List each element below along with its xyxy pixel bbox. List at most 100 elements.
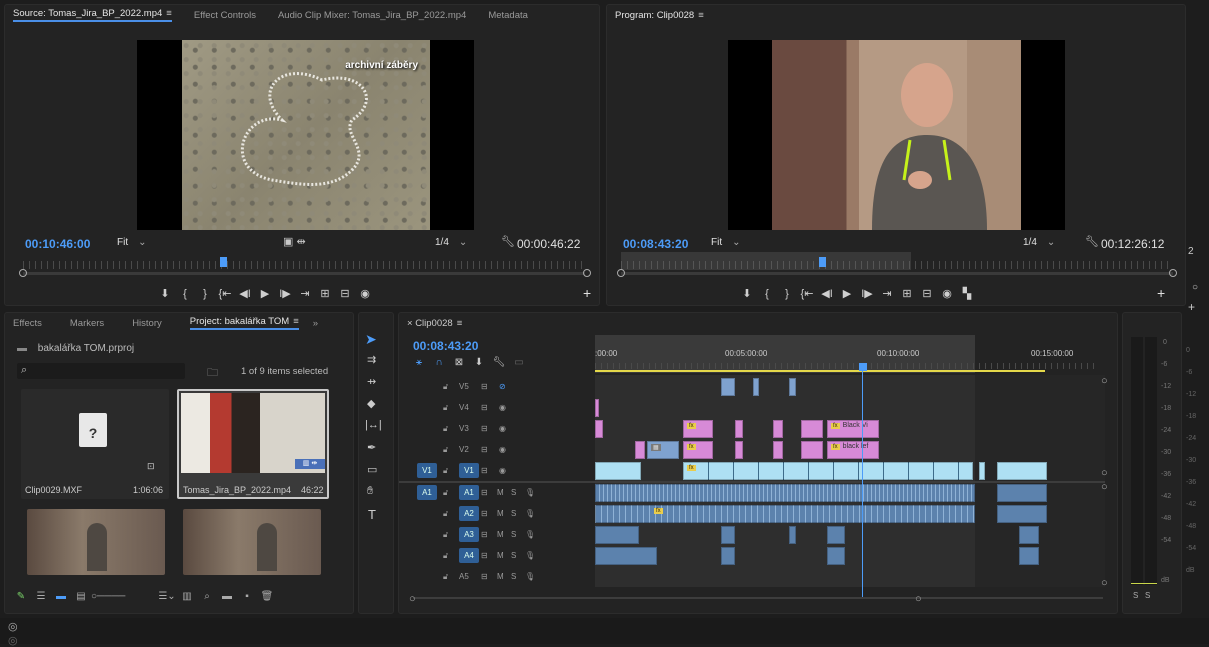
source-add-button[interactable]: + <box>583 285 591 301</box>
search-input[interactable]: ⌕ <box>17 363 185 379</box>
panel-menu-icon[interactable]: ≡ <box>457 318 463 329</box>
step-forward-icon[interactable]: I▶ <box>857 287 877 300</box>
clip-a4-3[interactable] <box>827 547 845 565</box>
eye-icon[interactable]: ◉ <box>499 445 506 454</box>
sync-lock-icon[interactable]: ⊟ <box>481 488 497 497</box>
tab-history[interactable]: History <box>132 318 162 329</box>
mic-icon[interactable]: 🎙︎ <box>525 488 535 497</box>
play-icon[interactable]: ▶ <box>837 287 857 300</box>
tab-project[interactable]: Project: bakalářka TOM ≡ <box>189 316 299 330</box>
track-label[interactable]: A2 <box>459 506 479 521</box>
mic-icon[interactable]: 🎙︎ <box>525 551 535 560</box>
hscroll-handle-left[interactable]: ○ <box>409 593 416 605</box>
panel-menu-icon[interactable]: ≡ <box>698 10 704 21</box>
lock-icon[interactable]: 🔓︎ <box>443 572 459 582</box>
clip-a1-2[interactable] <box>997 484 1047 502</box>
go-to-out-icon[interactable]: ⇥ <box>295 287 315 300</box>
clip-v2-1[interactable] <box>635 441 645 459</box>
clip-v5-2[interactable] <box>753 378 759 396</box>
sync-lock-icon[interactable]: ⊟ <box>481 445 499 454</box>
project-item-clip0029[interactable]: ? ⊡ <box>21 389 169 499</box>
tab-effects[interactable]: Effects <box>13 318 42 329</box>
clip-v2-black-left[interactable]: fx black lef <box>827 441 879 459</box>
sync-lock-icon[interactable]: ⊟ <box>481 530 497 539</box>
step-forward-icon[interactable]: I▶ <box>275 287 295 300</box>
program-fit-dropdown[interactable]: Fit ⌄ <box>711 237 741 248</box>
icon-view-icon[interactable]: ▬ <box>51 591 71 602</box>
ripple-edit-icon[interactable]: ⇸ <box>367 375 376 388</box>
timeline-timecode[interactable]: 00:08:43:20 <box>413 339 478 353</box>
pencil-icon[interactable]: ✎ <box>11 591 31 602</box>
source-zoom-scrollbar[interactable] <box>23 272 585 275</box>
clip-a2-1[interactable]: fx <box>595 505 975 523</box>
marker-icon[interactable]: ⬇ <box>737 287 757 300</box>
clip-v3-2[interactable]: fx <box>683 420 713 438</box>
clip-v4-1[interactable] <box>595 399 599 417</box>
eye-icon[interactable]: ◉ <box>499 424 506 433</box>
zoom-slider[interactable]: ○──── <box>91 591 147 602</box>
track-label[interactable]: V1 <box>459 463 479 478</box>
pen-icon[interactable]: ✒ <box>367 441 376 454</box>
sync-lock-icon[interactable]: ⊟ <box>481 424 499 433</box>
insert-button-icon[interactable]: ⊞ <box>315 287 335 300</box>
clip-v3-4[interactable] <box>773 420 783 438</box>
go-to-in-icon[interactable]: {⇤ <box>215 287 235 300</box>
cc-icon[interactable]: ◎ <box>8 620 18 633</box>
tab-source[interactable]: Source: Tomas_Jira_BP_2022.mp4 ≡ <box>13 8 172 22</box>
overwrite-button-icon[interactable]: ⊟ <box>335 287 355 300</box>
lock-icon[interactable]: 🔓︎ <box>443 403 459 413</box>
clip-a1-1[interactable] <box>595 484 975 502</box>
tab-metadata[interactable]: Metadata <box>488 10 528 21</box>
slip-icon[interactable]: |↔| <box>365 419 382 431</box>
meter-solo-left[interactable]: S <box>1133 591 1138 600</box>
mark-in-icon[interactable]: { <box>175 288 195 300</box>
track-select-icon[interactable]: ⇉ <box>367 353 376 366</box>
clip-a4-1[interactable] <box>595 547 657 565</box>
clip-a3-2[interactable] <box>721 526 735 544</box>
program-zoom-handle-right[interactable] <box>1169 269 1177 277</box>
wrench-icon[interactable]: 🔧︎ <box>501 235 515 248</box>
sync-lock-icon[interactable]: ⊟ <box>481 466 499 475</box>
meter-solo-right[interactable]: S <box>1145 591 1150 600</box>
mute-button[interactable]: M <box>497 488 511 497</box>
marker-icon[interactable]: ⬇ <box>469 357 489 368</box>
step-back-icon[interactable]: ◀I <box>235 287 255 300</box>
lock-icon[interactable]: 🔓︎ <box>443 445 459 455</box>
eye-icon[interactable]: ◉ <box>499 403 506 412</box>
clip-v2-5[interactable] <box>773 441 783 459</box>
mute-button[interactable]: M <box>497 509 511 518</box>
work-area-bar[interactable] <box>595 370 1045 372</box>
clip-a3-3[interactable] <box>789 526 796 544</box>
step-back-icon[interactable]: ◀I <box>817 287 837 300</box>
clip-v2-3[interactable]: fx <box>683 441 713 459</box>
go-to-out-icon[interactable]: ⇥ <box>877 287 897 300</box>
lock-icon[interactable]: 🔓︎ <box>443 382 459 392</box>
linked-selection-icon[interactable]: ⊠ <box>449 357 469 368</box>
program-timecode[interactable]: 00:08:43:20 <box>623 237 688 251</box>
vertical-zoom-handle-top[interactable]: ○ <box>1101 375 1108 387</box>
tab-audio-clip-mixer[interactable]: Audio Clip Mixer: Tomas_Jira_BP_2022.mp4 <box>278 10 466 21</box>
comparison-view-icon[interactable]: ▚ <box>957 287 977 300</box>
hand-icon[interactable]: ✋︎ <box>367 485 373 498</box>
track-label[interactable]: A4 <box>459 548 479 563</box>
source-zoom-handle-left[interactable] <box>19 269 27 277</box>
panel-menu-icon[interactable]: ≡ <box>293 316 299 327</box>
clip-a3-4[interactable] <box>827 526 845 544</box>
mute-button[interactable]: M <box>497 530 511 539</box>
mic-icon[interactable]: 🎙︎ <box>525 572 535 581</box>
play-icon[interactable]: ▶ <box>255 287 275 300</box>
source-ruler[interactable] <box>23 261 585 269</box>
cc-icon-secondary[interactable]: ◎ <box>8 634 18 647</box>
mute-button[interactable]: M <box>497 572 511 581</box>
clip-v3-1[interactable] <box>595 420 603 438</box>
program-add-button[interactable]: + <box>1157 285 1165 301</box>
timeline-playhead[interactable] <box>859 363 867 371</box>
insert-nest-icon[interactable]: ⚹ <box>409 357 429 368</box>
solo-button[interactable]: S <box>511 488 525 497</box>
sync-lock-icon[interactable]: ⊟ <box>481 403 499 412</box>
extract-icon[interactable]: ⊟ <box>917 287 937 300</box>
vertical-zoom-handle-bottom[interactable]: ○ <box>1101 577 1108 589</box>
mark-in-icon[interactable]: { <box>757 288 777 300</box>
lock-icon[interactable]: 🔓︎ <box>443 466 459 476</box>
panel-menu-icon[interactable]: ≡ <box>166 8 172 19</box>
